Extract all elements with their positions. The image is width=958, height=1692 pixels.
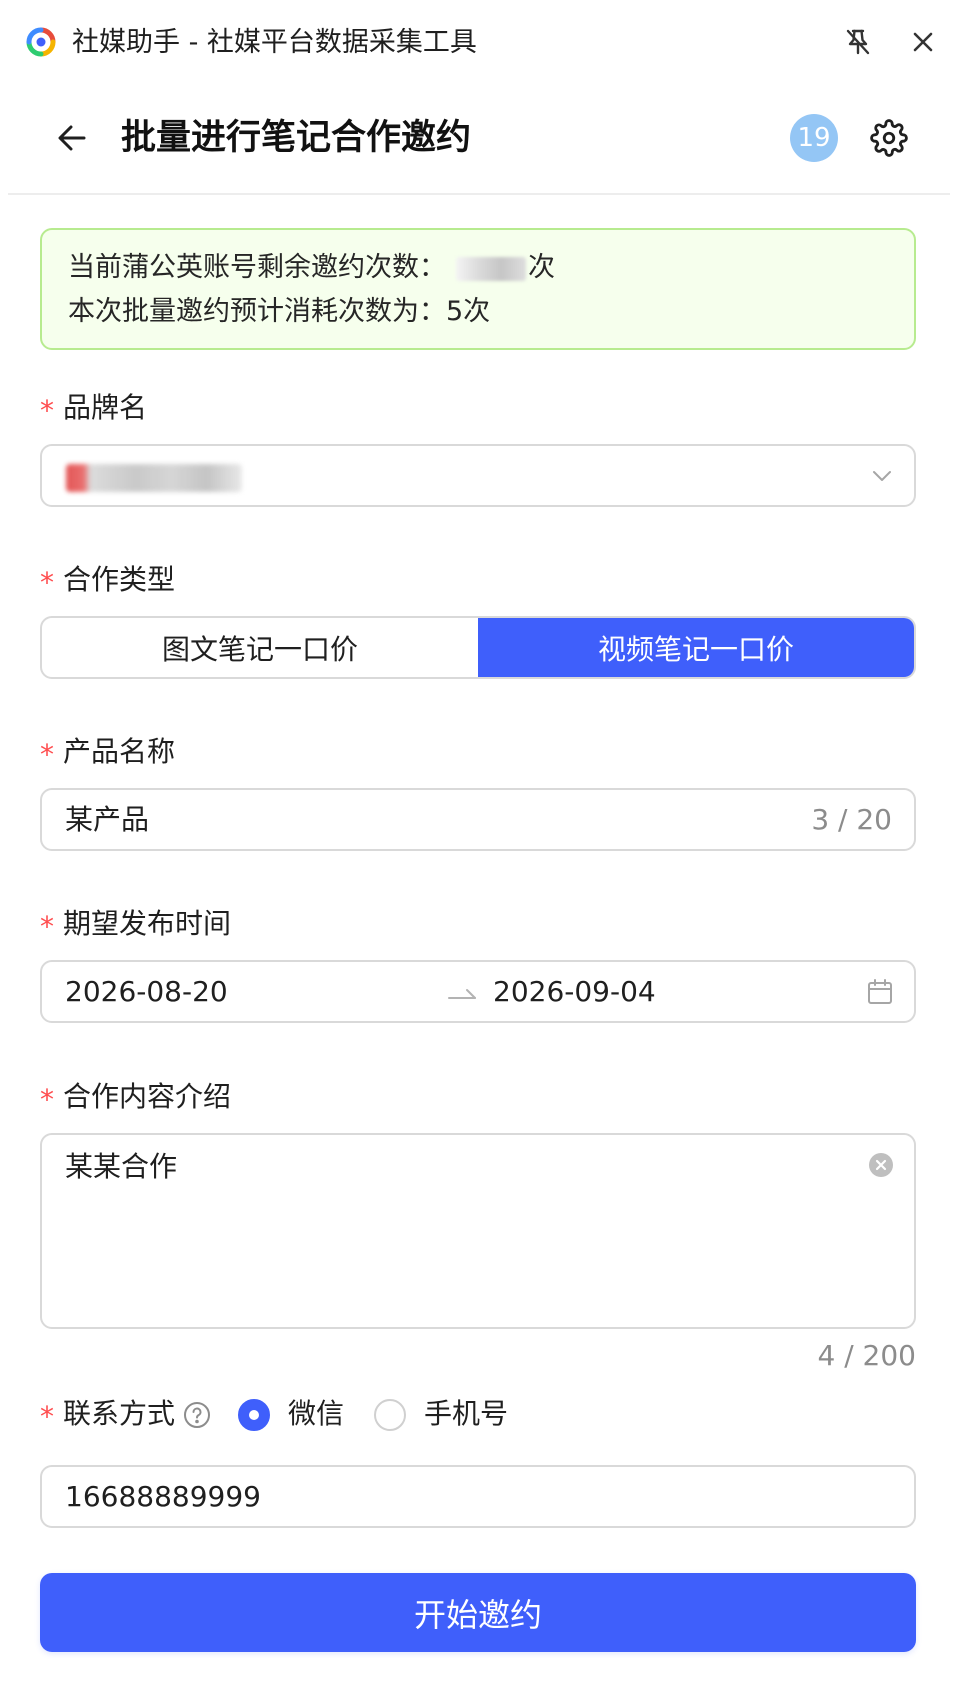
remaining-quota-line: 当前蒲公英账号剩余邀约次数： 次 [68, 250, 555, 286]
required-mark: * [40, 1083, 54, 1116]
start-date-input[interactable]: 2026-08-20 [65, 974, 228, 1010]
arrow-right-icon [448, 989, 476, 999]
option-image-text-note[interactable]: 图文笔记一口价 [42, 618, 478, 677]
phone-radio-label[interactable]: 手机号 [424, 1396, 508, 1432]
close-icon[interactable] [907, 26, 939, 58]
header-divider [8, 193, 950, 195]
clear-circle-icon[interactable] [868, 1152, 894, 1178]
end-date-input[interactable]: 2026-09-04 [493, 974, 656, 1010]
brand-label: 品牌名 [63, 391, 148, 424]
chevron-down-icon [873, 471, 891, 481]
product-name-label: 产品名称 [63, 735, 176, 768]
start-invite-button[interactable]: 开始邀约 [40, 1573, 916, 1652]
contact-value: 16688889999 [65, 1480, 261, 1513]
app-title: 社媒助手 - 社媒平台数据采集工具 [72, 27, 477, 58]
redacted-brand-value [66, 464, 242, 492]
product-name-char-count: 3 / 20 [811, 803, 892, 836]
publish-date-range-picker: 2026-08-20 2026-09-04 [40, 960, 916, 1023]
cooperation-type-segmented: 图文笔记一口价 视频笔记一口价 [40, 616, 916, 679]
content-intro-char-count: 4 / 200 [817, 1339, 917, 1372]
redacted-quota-value [456, 256, 526, 281]
page-title: 批量进行笔记合作邀约 [121, 118, 472, 158]
option-video-note[interactable]: 视频笔记一口价 [478, 618, 914, 677]
gear-icon[interactable] [870, 119, 908, 157]
phone-radio[interactable] [374, 1399, 406, 1431]
wechat-radio[interactable] [238, 1399, 270, 1431]
back-arrow-icon[interactable] [54, 120, 90, 156]
publish-time-label: 期望发布时间 [63, 907, 232, 940]
required-mark: * [40, 738, 54, 771]
contact-input[interactable]: 16688889999 [40, 1465, 916, 1528]
cooperation-type-label: 合作类型 [63, 563, 176, 596]
wechat-radio-label[interactable]: 微信 [288, 1396, 344, 1432]
contact-method-label: 联系方式 [63, 1397, 176, 1430]
app-logo-icon [26, 27, 56, 57]
required-mark: * [40, 394, 54, 427]
content-intro-label: 合作内容介绍 [63, 1080, 232, 1113]
required-mark: * [40, 566, 54, 599]
count-badge: 19 [790, 114, 838, 162]
quota-notice: 当前蒲公英账号剩余邀约次数： 次 本次批量邀约预计消耗次数为：5次 [40, 228, 916, 350]
remaining-quota-unit: 次 [528, 252, 555, 283]
product-name-value: 某产品 [65, 803, 150, 836]
question-circle-icon[interactable] [183, 1401, 211, 1429]
calendar-icon[interactable] [866, 978, 894, 1006]
brand-select[interactable] [40, 444, 916, 507]
product-name-input[interactable]: 某产品 3 / 20 [40, 788, 916, 851]
estimated-consumption-line: 本次批量邀约预计消耗次数为：5次 [68, 296, 491, 327]
content-intro-value: 某某合作 [65, 1150, 178, 1183]
required-mark: * [40, 910, 54, 943]
required-mark: * [40, 1400, 54, 1433]
unpin-icon[interactable] [842, 26, 874, 58]
remaining-quota-label: 当前蒲公英账号剩余邀约次数： [68, 252, 446, 283]
content-intro-textarea[interactable]: 某某合作 [40, 1133, 916, 1329]
